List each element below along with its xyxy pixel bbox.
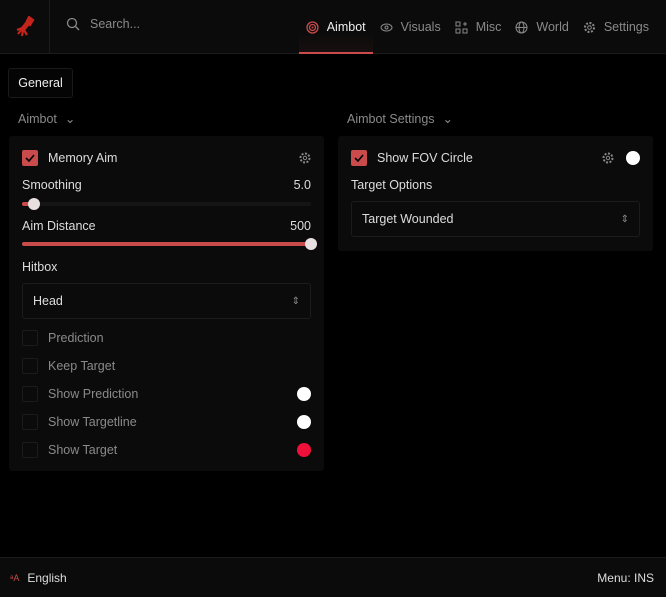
subtab-general[interactable]: General [8,68,73,98]
target-options-value: Target Wounded [362,212,454,226]
option-label: Keep Target [48,359,116,373]
chevron-down-icon: ⌄ [64,112,76,126]
option-label: Show Targetline [48,415,137,429]
fov-color-swatch[interactable] [626,151,640,165]
tab-label: Visuals [400,20,441,34]
tab-label: World [536,20,569,34]
option-checkbox[interactable] [22,386,38,402]
section-title: Aimbot Settings [347,111,435,126]
check-icon [354,154,364,162]
chevron-down-icon: ⌄ [442,112,454,126]
gear-icon [583,21,595,33]
smoothing-value: 5.0 [293,178,311,192]
option-checkbox[interactable] [22,358,38,374]
gear-icon[interactable] [602,152,614,164]
aimbot-settings-panel: Show FOV Circle Target Options Target Wo… [338,136,653,251]
option-row: Keep Target [22,358,311,374]
aim-distance-value: 500 [290,219,311,233]
chevron-updown-icon: ⇕ [291,295,300,307]
hitbox-label: Hitbox [22,260,58,274]
memory-aim-checkbox[interactable] [22,150,38,166]
tab-world[interactable]: World [508,0,575,54]
option-row: Show Target [22,442,311,458]
aim-distance-label: Aim Distance [22,219,96,233]
option-row: Show Prediction [22,386,311,402]
tab-label: Aimbot [326,20,366,34]
check-icon [25,154,35,162]
globe-icon [515,21,528,33]
aimbot-section-header[interactable]: Aimbot ⌄ [18,111,76,127]
slider-handle[interactable] [305,238,317,250]
tab-misc[interactable]: Misc [448,0,509,54]
tab-aimbot[interactable]: Aimbot [298,0,373,54]
smoothing-slider[interactable] [22,198,311,210]
grid-plus-icon [455,21,468,33]
target-options-select[interactable]: Target Wounded ⇕ [351,201,640,237]
search-input[interactable]: Search... [66,17,140,31]
eye-icon [380,23,393,31]
smoothing-label: Smoothing [22,178,82,192]
top-bar: Search... Aimbot Visuals Misc World Sett… [0,0,666,54]
color-swatch[interactable] [297,415,311,429]
tab-visuals[interactable]: Visuals [373,0,448,54]
option-checkbox[interactable] [22,414,38,430]
gear-icon[interactable] [299,152,311,164]
section-title: Aimbot [18,111,57,126]
option-checkbox[interactable] [22,330,38,346]
search-icon [66,17,80,31]
logo-icon [0,0,50,54]
slider-handle[interactable] [27,198,40,210]
hitbox-value: Head [33,294,63,308]
option-checkbox[interactable] [22,442,38,458]
option-row: Show Targetline [22,414,311,430]
color-swatch[interactable] [297,387,311,401]
chevron-updown-icon: ⇕ [620,213,629,225]
option-label: Show Target [48,443,118,457]
color-swatch[interactable] [297,443,311,457]
footer: ᵃA English Menu: INS [0,557,666,597]
show-fov-label: Show FOV Circle [377,151,473,165]
language-selector[interactable]: English [27,571,66,585]
aimbot-panel: Memory Aim Smoothing 5.0 Aim Distance 500 … [9,136,324,471]
tab-label: Settings [603,20,649,34]
memory-aim-label: Memory Aim [48,151,118,165]
translate-icon: ᵃA [10,572,20,583]
tab-settings[interactable]: Settings [576,0,656,54]
option-label: Prediction [48,331,104,345]
aim-distance-slider[interactable] [22,238,317,250]
search-placeholder: Search... [90,17,141,31]
target-options-label: Target Options [351,178,433,192]
aimbot-settings-section-header[interactable]: Aimbot Settings ⌄ [347,111,454,127]
menu-key-label: Menu: INS [597,570,654,585]
option-row: Prediction [22,330,311,346]
option-label: Show Prediction [48,387,139,401]
target-icon [306,20,319,34]
hitbox-select[interactable]: Head ⇕ [22,283,311,319]
show-fov-checkbox[interactable] [351,150,367,166]
tab-label: Misc [475,20,502,34]
